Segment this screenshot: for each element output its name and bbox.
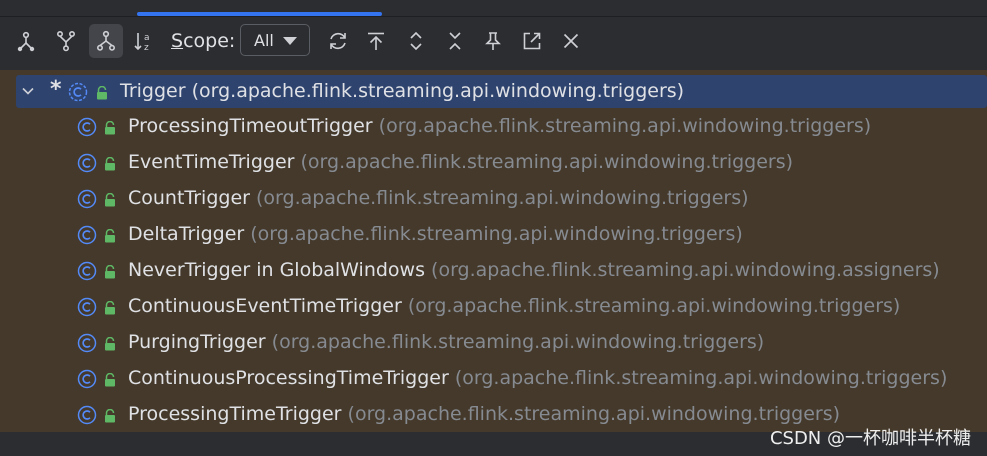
class-icon — [77, 369, 97, 389]
tool-window-tab-strip — [0, 0, 987, 17]
expand-all-icon — [410, 31, 422, 51]
class-hierarchy-icon — [96, 30, 116, 51]
tree-row[interactable]: NeverTrigger in GlobalWindows (org.apach… — [0, 253, 987, 289]
class-icon — [77, 225, 97, 245]
class-name: EventTimeTrigger — [128, 151, 295, 173]
sort-alphabetically-button[interactable]: a z — [127, 24, 161, 58]
class-package: (org.apache.flink.streaming.api.windowin… — [454, 367, 948, 389]
class-icon — [77, 405, 97, 425]
lock-icon — [105, 301, 115, 315]
open-in-editor-button[interactable] — [515, 24, 549, 58]
class-icon — [77, 297, 97, 317]
tree-row[interactable]: ContinuousProcessingTimeTrigger (org.apa… — [0, 361, 987, 397]
class-name: PurgingTrigger — [128, 331, 266, 353]
tree-row-label: ProcessingTimeTrigger (org.apache.flink.… — [128, 403, 840, 425]
class-name: Trigger — [120, 80, 186, 102]
scope-label: Scope: — [171, 29, 235, 53]
hierarchy-toolbar: a z Scope: All — [0, 17, 987, 67]
class-package: (org.apache.flink.streaming.api.windowin… — [271, 331, 765, 353]
tree-row[interactable]: ContinuousEventTimeTrigger (org.apache.f… — [0, 289, 987, 325]
tree-row-label: EventTimeTrigger (org.apache.flink.strea… — [128, 151, 793, 173]
expand-all-button[interactable] — [399, 24, 433, 58]
subtypes-hierarchy-icon — [56, 30, 76, 52]
class-package: (org.apache.flink.streaming.api.windowin… — [300, 151, 794, 173]
class-name: NeverTrigger in GlobalWindows — [128, 259, 425, 281]
supertypes-hierarchy-icon — [17, 31, 35, 52]
refresh-icon — [330, 32, 346, 50]
class-name: ContinuousEventTimeTrigger — [128, 295, 402, 317]
lock-icon — [97, 86, 107, 100]
current-class-marker: * — [50, 77, 62, 102]
lock-icon — [105, 157, 115, 171]
active-tab-indicator — [137, 12, 382, 16]
tree-row-label: DeltaTrigger (org.apache.flink.streaming… — [128, 223, 743, 245]
tree-row[interactable]: EventTimeTrigger (org.apache.flink.strea… — [0, 145, 987, 181]
watermark-text: CSDN @一杯咖啡半杯糖 — [769, 428, 971, 449]
class-name: ContinuousProcessingTimeTrigger — [128, 367, 449, 389]
open-in-editor-icon — [523, 32, 541, 50]
class-name: ProcessingTimeTrigger — [128, 403, 342, 425]
lock-icon — [105, 265, 115, 279]
tree-row[interactable]: PurgingTrigger (org.apache.flink.streami… — [0, 325, 987, 361]
subtypes-hierarchy-button[interactable] — [49, 24, 83, 58]
class-package: (org.apache.flink.streaming.api.windowin… — [191, 80, 685, 102]
tree-row-label: PurgingTrigger (org.apache.flink.streami… — [128, 331, 764, 353]
class-package: (org.apache.flink.streaming.api.windowin… — [250, 223, 743, 245]
class-icon — [77, 189, 97, 209]
class-package: (org.apache.flink.streaming.api.windowin… — [347, 403, 841, 425]
class-name: DeltaTrigger — [128, 223, 245, 245]
scope-label-text: cope: — [183, 30, 236, 52]
class-icon — [77, 117, 97, 137]
lock-icon — [105, 409, 115, 423]
lock-icon — [105, 229, 115, 243]
lock-icon — [105, 193, 115, 207]
tree-root-row[interactable]: * Trigger (org.apache.flink.streaming.ap… — [16, 75, 987, 108]
close-icon — [563, 33, 579, 49]
supertypes-hierarchy-button[interactable] — [9, 24, 43, 58]
tree-row-label: ContinuousProcessingTimeTrigger (org.apa… — [128, 367, 947, 389]
close-button[interactable] — [554, 24, 588, 58]
svg-text:z: z — [144, 43, 149, 52]
class-package: (org.apache.flink.streaming.api.windowin… — [431, 259, 940, 281]
sort-alphabetically-icon: a z — [134, 33, 150, 52]
chevron-down-icon — [283, 37, 297, 45]
class-name: CountTrigger — [128, 187, 250, 209]
class-icon — [68, 82, 88, 102]
class-icon — [77, 333, 97, 353]
tree-row-label: ContinuousEventTimeTrigger (org.apache.f… — [128, 295, 900, 317]
refresh-button[interactable] — [321, 24, 355, 58]
svg-text:a: a — [144, 33, 150, 43]
tree-root-label: Trigger (org.apache.flink.streaming.api.… — [120, 80, 684, 102]
class-hierarchy-button[interactable] — [89, 24, 123, 58]
class-package: (org.apache.flink.streaming.api.windowin… — [256, 187, 749, 209]
tree-row[interactable]: CountTrigger (org.apache.flink.streaming… — [0, 181, 987, 217]
class-name: ProcessingTimeoutTrigger — [128, 115, 373, 137]
base-on-this-class-button[interactable] — [359, 24, 393, 58]
lock-icon — [105, 121, 115, 135]
collapse-all-icon — [449, 32, 461, 50]
collapse-all-button[interactable] — [438, 24, 472, 58]
tree-row[interactable]: DeltaTrigger (org.apache.flink.streaming… — [0, 217, 987, 253]
tree-row-label: NeverTrigger in GlobalWindows (org.apach… — [128, 259, 940, 281]
class-icon — [77, 153, 97, 173]
tree-row-label: ProcessingTimeoutTrigger (org.apache.fli… — [128, 115, 871, 137]
class-package: (org.apache.flink.streaming.api.windowin… — [407, 295, 901, 317]
chevron-down-icon[interactable] — [20, 83, 36, 99]
tree-row-label: CountTrigger (org.apache.flink.streaming… — [128, 187, 749, 209]
scope-select-value: All — [254, 30, 274, 50]
lock-icon — [105, 373, 115, 387]
lock-icon — [105, 337, 115, 351]
scope-label-mnemonic: S — [171, 30, 184, 52]
hierarchy-tree: * Trigger (org.apache.flink.streaming.ap… — [0, 70, 987, 432]
class-icon — [77, 261, 97, 281]
class-package: (org.apache.flink.streaming.api.windowin… — [378, 115, 872, 137]
pin-tab-icon — [485, 32, 501, 50]
base-on-this-class-icon — [368, 32, 384, 50]
scope-select[interactable]: All — [240, 24, 310, 56]
tree-row[interactable]: ProcessingTimeoutTrigger (org.apache.fli… — [0, 109, 987, 145]
pin-tab-button[interactable] — [476, 24, 510, 58]
